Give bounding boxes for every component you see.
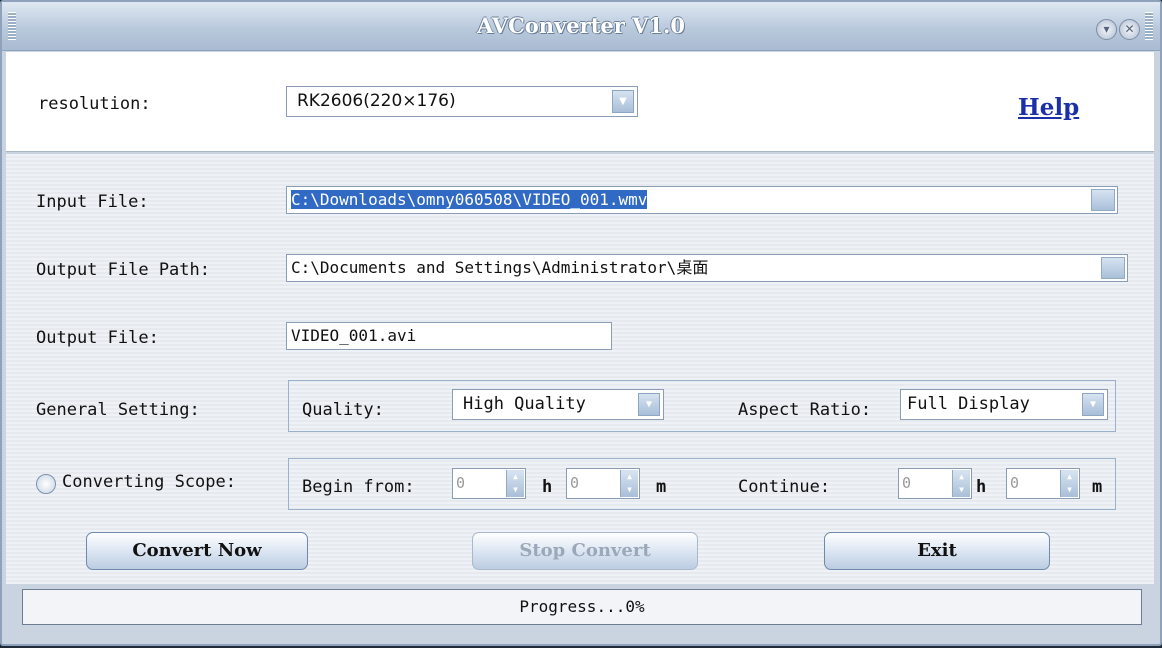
input-file-label: Input File: [36,192,149,212]
exit-button[interactable]: Exit [824,532,1050,570]
resolution-select[interactable]: RK2606(220×176) ▼ [286,86,638,117]
converting-scope-checkbox[interactable] [36,474,56,494]
begin-minute-stepper[interactable]: 0 ▲ ▼ [566,468,640,499]
begin-minute-unit: m [656,477,667,497]
chevron-down-icon[interactable]: ▼ [1082,393,1104,416]
continue-label: Continue: [738,477,831,497]
output-path-field[interactable]: C:\Documents and Settings\Administrator\… [286,254,1128,282]
quality-label: Quality: [302,400,384,420]
converting-scope-label: Converting Scope: [62,472,236,492]
output-path-value: C:\Documents and Settings\Administrator\… [291,258,709,277]
continue-minute-value: 0 [1010,474,1020,492]
output-file-label: Output File: [36,328,159,348]
title-bar[interactable]: AVConverter V1.0 ▾ ✕ [2,2,1160,51]
aspect-ratio-value: Full Display [907,394,1030,414]
input-file-field[interactable]: C:\Downloads\omny060508\VIDEO_001.wmv [286,186,1118,214]
stop-convert-button[interactable]: Stop Convert [472,532,698,570]
stepper-arrows-icon[interactable]: ▲ ▼ [1060,470,1078,497]
input-file-value: C:\Downloads\omny060508\VIDEO_001.wmv [291,190,648,209]
resolution-label: resolution: [38,94,151,114]
window-title: AVConverter V1.0 [477,13,685,38]
resolution-panel: resolution: RK2606(220×176) ▼ Help [6,52,1154,152]
continue-hour-stepper[interactable]: 0 ▲ ▼ [898,468,972,499]
chevron-down-icon[interactable]: ▼ [638,393,660,416]
stepper-arrows-icon[interactable]: ▲ ▼ [506,470,524,497]
general-setting-label: General Setting: [36,400,200,420]
close-icon[interactable]: ✕ [1119,19,1140,40]
begin-hour-stepper[interactable]: 0 ▲ ▼ [452,468,526,499]
resolution-value: RK2606(220×176) [297,91,456,111]
continue-minute-stepper[interactable]: 0 ▲ ▼ [1006,468,1080,499]
quality-select[interactable]: High Quality ▼ [452,389,664,420]
stepper-arrows-icon[interactable]: ▲ ▼ [952,470,970,497]
aspect-ratio-select[interactable]: Full Display ▼ [900,389,1108,420]
output-file-input[interactable]: VIDEO_001.avi [286,322,612,350]
continue-hour-value: 0 [902,474,912,492]
minimize-icon[interactable]: ▾ [1096,19,1117,40]
chevron-down-icon[interactable]: ▼ [612,90,634,113]
browse-output-button[interactable] [1101,257,1125,279]
aspect-ratio-label: Aspect Ratio: [738,400,872,420]
help-link[interactable]: Help [1018,94,1079,121]
output-file-value: VIDEO_001.avi [291,326,417,345]
app-window: AVConverter V1.0 ▾ ✕ resolution: RK2606(… [0,0,1162,646]
begin-hour-unit: h [542,477,553,497]
convert-now-button[interactable]: Convert Now [86,532,308,570]
continue-hour-unit: h [976,477,987,497]
stepper-arrows-icon[interactable]: ▲ ▼ [620,470,638,497]
right-grip [1145,12,1153,40]
begin-hour-value: 0 [456,474,466,492]
begin-from-label: Begin from: [302,477,415,497]
progress-status: Progress...0% [22,589,1142,625]
continue-minute-unit: m [1092,477,1103,497]
begin-minute-value: 0 [570,474,580,492]
output-path-label: Output File Path: [36,260,210,280]
browse-input-button[interactable] [1091,189,1115,211]
main-panel [6,154,1154,584]
quality-value: High Quality [463,394,586,414]
